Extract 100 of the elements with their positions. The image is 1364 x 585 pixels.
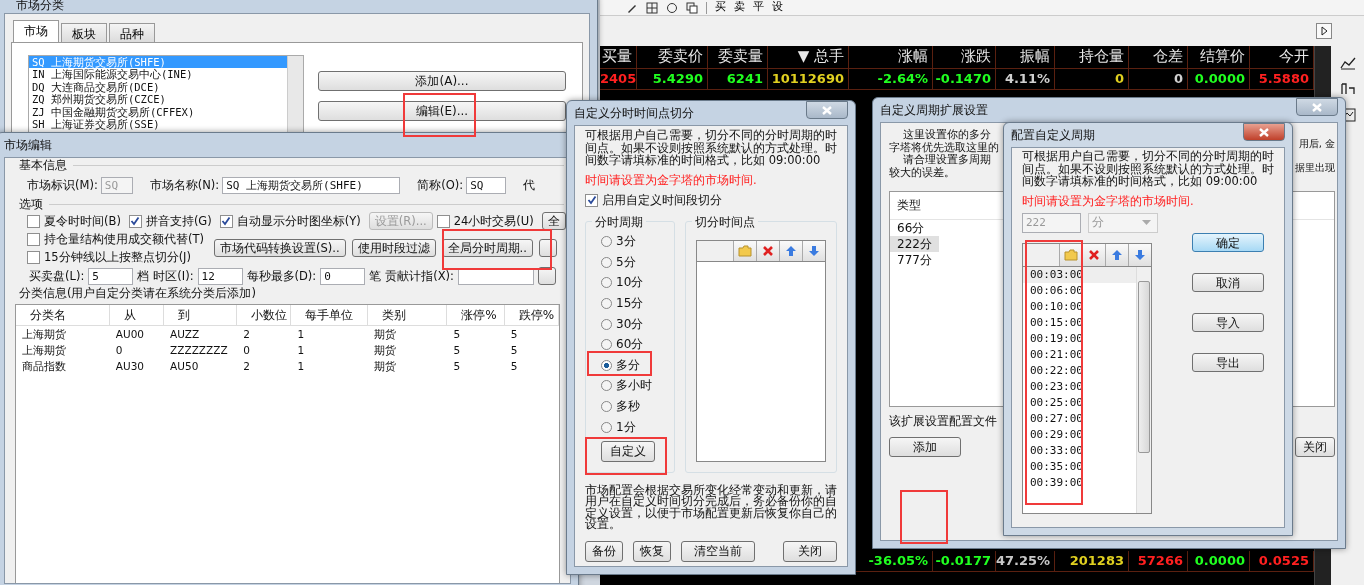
- dialog-button[interactable]: 添加(A)...: [318, 71, 566, 91]
- column-header[interactable]: 分类名: [16, 305, 110, 325]
- move-up-button[interactable]: [779, 240, 802, 261]
- close-button[interactable]: [806, 101, 848, 119]
- checkbox-label[interactable]: 自动显示分时图坐标(Y): [236, 213, 361, 229]
- bars-icon[interactable]: [1339, 82, 1356, 96]
- radio-label[interactable]: 多小时: [616, 377, 652, 395]
- radio-button[interactable]: [601, 421, 612, 433]
- column-header[interactable]: 到: [164, 305, 238, 325]
- list-item[interactable]: DQ 大连商品交易所(DCE): [29, 80, 287, 94]
- column-header[interactable]: 从: [109, 305, 165, 325]
- column-header[interactable]: 持仓量: [1055, 46, 1129, 68]
- column-header[interactable]: 振幅: [996, 46, 1055, 68]
- dialog-button[interactable]: 关闭: [783, 540, 837, 562]
- dialog-button[interactable]: 使用时段过滤: [351, 239, 436, 257]
- input-field[interactable]: 12: [197, 267, 243, 285]
- radio-button[interactable]: [601, 380, 612, 392]
- line-chart-icon[interactable]: [1339, 56, 1356, 70]
- scrollbar[interactable]: [287, 56, 303, 135]
- dialog-button[interactable]: 确定: [1192, 232, 1264, 252]
- delete-button[interactable]: [1082, 243, 1105, 266]
- dialog-button[interactable]: 导出: [1192, 352, 1264, 372]
- radio-label[interactable]: 1分: [616, 418, 636, 436]
- column-header[interactable]: 委卖价: [637, 46, 708, 68]
- radio-button[interactable]: [601, 236, 612, 248]
- tab[interactable]: 板块: [61, 23, 107, 42]
- checkbox[interactable]: [436, 214, 450, 228]
- column-header[interactable]: 小数位: [237, 305, 292, 325]
- dialog-button[interactable]: 备份: [585, 540, 623, 562]
- column-header[interactable]: 委卖量: [708, 46, 768, 68]
- toolbar-button[interactable]: 平: [753, 0, 764, 12]
- radio-label[interactable]: 60分: [616, 336, 644, 354]
- radio-label[interactable]: 5分: [616, 253, 636, 271]
- checkbox-label[interactable]: 拼音支持(G): [145, 213, 212, 229]
- close-button[interactable]: [1296, 98, 1338, 116]
- dialog-button[interactable]: 添加: [889, 437, 961, 457]
- radio-label[interactable]: 多分: [616, 356, 640, 374]
- list-item[interactable]: 222分: [890, 236, 939, 252]
- input-field[interactable]: 0: [320, 267, 366, 285]
- checkbox-label[interactable]: 启用自定义时间段切分: [602, 191, 722, 209]
- list-item[interactable]: ZQ 郑州期货交易所(CZCE): [29, 93, 287, 106]
- checkbox[interactable]: [27, 232, 40, 246]
- dialog-button[interactable]: 清空当前: [681, 540, 755, 562]
- checkbox-label[interactable]: 15分钟线以上按整点切分(J): [44, 249, 191, 265]
- add-folder-button[interactable]: [733, 240, 756, 261]
- radio-button[interactable]: [601, 256, 612, 268]
- column-header[interactable]: 涨停%: [447, 305, 505, 325]
- radio-button[interactable]: [601, 359, 612, 371]
- move-up-button[interactable]: [1105, 243, 1128, 266]
- move-down-button[interactable]: [1128, 243, 1151, 266]
- list-item[interactable]: 777分: [890, 252, 939, 268]
- radio-label[interactable]: 15分: [616, 295, 644, 313]
- checkbox[interactable]: [27, 250, 40, 264]
- column-header[interactable]: 涨跌: [933, 46, 996, 68]
- radio-button[interactable]: [601, 298, 612, 310]
- radio-label[interactable]: 10分: [616, 274, 644, 292]
- column-header[interactable]: 仓差: [1129, 46, 1188, 68]
- checkbox[interactable]: [27, 214, 40, 228]
- checkbox[interactable]: [585, 193, 598, 207]
- delete-button[interactable]: [756, 240, 779, 261]
- dialog-button[interactable]: 取消: [1192, 272, 1264, 292]
- column-header[interactable]: 跌停%: [504, 305, 559, 325]
- dialog-button[interactable]: 编辑(E)...: [318, 101, 566, 121]
- copy-icon[interactable]: [686, 1, 698, 14]
- radio-label[interactable]: 多秒: [616, 398, 640, 416]
- dialog-button[interactable]: 自定义: [601, 441, 655, 463]
- scrollbar[interactable]: [1136, 266, 1151, 513]
- radio-label[interactable]: 3分: [616, 233, 636, 251]
- list-item[interactable]: 66分: [890, 220, 932, 236]
- dialog-button[interactable]: 导入: [1192, 312, 1264, 332]
- checkbox-label[interactable]: 夏令时时间(B): [44, 213, 121, 229]
- input-field[interactable]: SQ: [466, 176, 507, 194]
- tab[interactable]: 市场: [13, 20, 59, 42]
- list-item[interactable]: SH 上海证券交易所(SSE): [29, 118, 287, 131]
- list-item[interactable]: IN 上海国际能源交易中心(INE): [29, 68, 287, 81]
- input-field[interactable]: SQ 上海期货交易所(SHFE): [222, 176, 401, 194]
- checkbox-label[interactable]: 持仓量结构使用成交额代替(T): [44, 231, 204, 247]
- column-header[interactable]: 买量: [600, 46, 637, 68]
- checkbox[interactable]: [219, 214, 233, 228]
- radio-button[interactable]: [601, 401, 612, 413]
- column-header[interactable]: 涨幅: [849, 46, 933, 68]
- checkbox[interactable]: [128, 214, 142, 228]
- toolbar-button[interactable]: 设: [772, 0, 783, 12]
- radio-label[interactable]: 30分: [616, 315, 644, 333]
- dialog-button[interactable]: 恢复: [633, 540, 671, 562]
- checkbox-label[interactable]: 24小时交易(U): [453, 213, 534, 229]
- column-header[interactable]: 每手单位: [291, 305, 369, 325]
- close-button[interactable]: [1243, 123, 1285, 141]
- dialog-button[interactable]: 关闭: [1295, 437, 1335, 457]
- dialog-button[interactable]: 全局分时周期..: [441, 239, 533, 257]
- tab[interactable]: 品种: [109, 23, 155, 42]
- expand-button[interactable]: [1316, 23, 1332, 39]
- radio-button[interactable]: [601, 318, 612, 330]
- dialog-button[interactable]: 全: [541, 212, 566, 230]
- toolbar-button[interactable]: 卖: [734, 0, 745, 12]
- list-item[interactable]: ZJ 中国金融期货交易所(CFFEX): [29, 105, 287, 119]
- radio-button[interactable]: [601, 277, 612, 289]
- move-down-button[interactable]: [802, 240, 825, 261]
- toolbar-button[interactable]: 买: [715, 0, 726, 12]
- input-field[interactable]: 5: [88, 267, 134, 285]
